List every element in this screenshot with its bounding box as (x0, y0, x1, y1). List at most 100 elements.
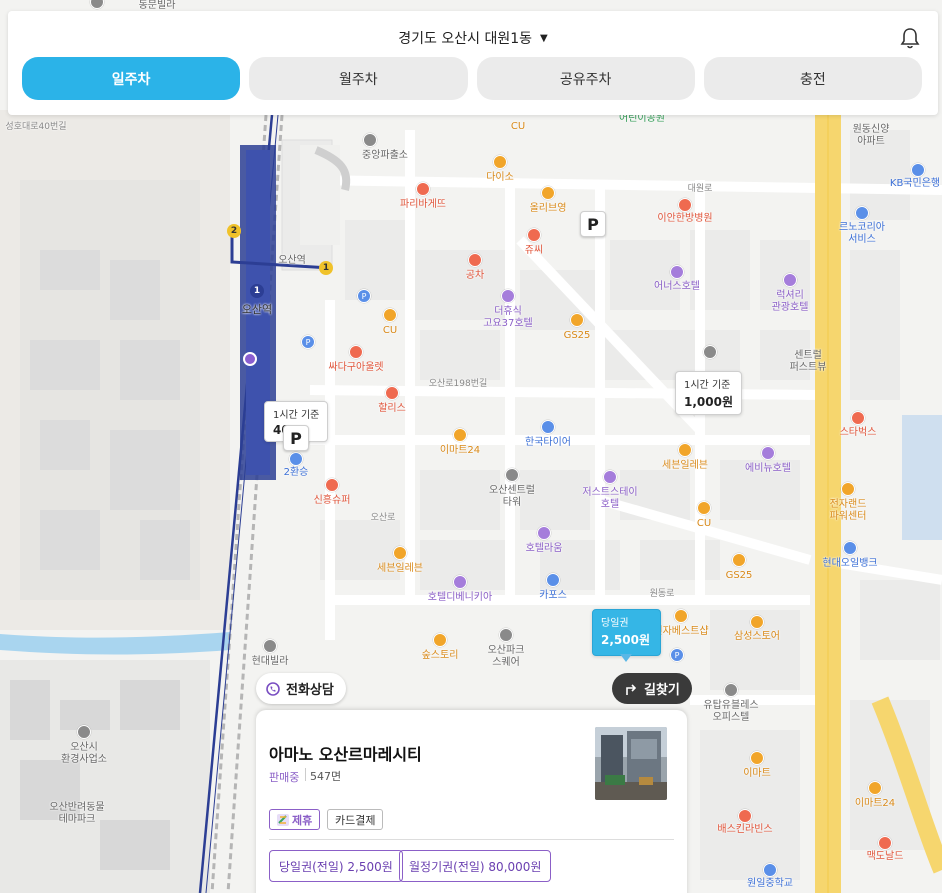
convenience-store-icon[interactable] (732, 553, 746, 567)
parking-info-card[interactable]: 아마노 오산르마레시티 판매중 547면 제휴 카드결제 당일권(전일) 2,5… (256, 710, 687, 893)
map-label: 배스킨라빈스 (717, 824, 773, 835)
map-label: 이마트24 (854, 798, 896, 809)
cafe-icon[interactable] (527, 228, 541, 242)
bubble-pointer-icon (620, 654, 632, 662)
building-icon[interactable] (263, 639, 277, 653)
bubble-price: 2,500원 (601, 633, 650, 647)
map-label: 원일중학교 (747, 878, 793, 889)
map-label: 삼성스토어 (734, 631, 780, 642)
map-label: 전자랜드 파워센터 (829, 499, 867, 522)
cafe-icon[interactable] (385, 386, 399, 400)
hotel-icon[interactable] (537, 526, 551, 540)
map-label: 오산파크 스퀘어 (487, 645, 525, 668)
shop-icon[interactable] (841, 482, 855, 496)
map-label: 2환승 (283, 467, 309, 478)
bakery-icon[interactable] (416, 182, 430, 196)
bank-icon[interactable] (911, 163, 925, 177)
convenience-store-icon[interactable] (678, 443, 692, 457)
map-label: CU (382, 325, 398, 336)
partner-tag-label: 제휴 (292, 813, 313, 827)
map-label: 세븐일레븐 (377, 563, 423, 574)
gas-station-icon[interactable] (843, 541, 857, 555)
hotel-icon[interactable] (761, 446, 775, 460)
shop-icon[interactable] (493, 155, 507, 169)
hotel-icon[interactable] (603, 470, 617, 484)
parking-icon[interactable]: P (580, 211, 606, 237)
map-label: 오산로198번길 (428, 379, 488, 389)
tire-icon[interactable] (541, 420, 555, 434)
school-icon[interactable] (763, 863, 777, 877)
divider (305, 768, 306, 781)
map-label: 유탑유블레스 오피스텔 (703, 700, 759, 723)
convenience-store-icon[interactable] (453, 428, 467, 442)
shop-icon[interactable] (349, 345, 363, 359)
icecream-icon[interactable] (738, 809, 752, 823)
tab-monthly-parking[interactable]: 월주차 (249, 57, 468, 100)
shop-icon[interactable] (750, 751, 764, 765)
parking-capacity: 547면 (310, 770, 342, 783)
hotel-icon[interactable] (453, 575, 467, 589)
map-label: 센트럴 퍼스트뷰 (789, 350, 827, 373)
building-icon[interactable] (77, 725, 91, 739)
map-label: 다이소 (486, 172, 514, 183)
partner-icon (277, 813, 289, 826)
map-label: 오산시 환경사업소 (61, 742, 107, 765)
hotel-icon[interactable] (670, 265, 684, 279)
phone-consult-button[interactable]: 전화상담 (256, 673, 346, 704)
tab-shared-parking[interactable]: 공유주차 (476, 57, 695, 100)
monthly-pass-chip[interactable]: 월정기권(전일) 80,000원 (399, 850, 552, 882)
map-label: 성호대로40번길 (5, 122, 67, 132)
caret-down-icon: ▼ (540, 32, 548, 44)
map-label: 원동로 (649, 589, 675, 599)
convenience-store-icon[interactable] (868, 781, 882, 795)
location-select[interactable]: 경기도 오산시 대원1동 ▼ (398, 28, 547, 48)
parking-icon[interactable]: P (283, 425, 309, 451)
map-label: 파리바게뜨 (400, 199, 446, 210)
car-repair-icon[interactable] (855, 206, 869, 220)
car-repair-icon[interactable] (546, 573, 560, 587)
map-label: 한국타이어 (525, 437, 571, 448)
shop-icon[interactable] (433, 633, 447, 647)
map-label: 호텔라움 (525, 543, 563, 554)
building-icon[interactable] (499, 628, 513, 642)
phone-consult-label: 전화상담 (286, 683, 334, 698)
building-icon[interactable] (724, 683, 738, 697)
parking-small-icon[interactable]: P (670, 648, 684, 662)
convenience-store-icon[interactable] (570, 313, 584, 327)
hotel-icon[interactable] (783, 273, 797, 287)
parking-small-icon[interactable]: P (301, 335, 315, 349)
partner-tag: 제휴 (269, 809, 321, 830)
selected-price-bubble[interactable]: 당일권 2,500원 (592, 609, 661, 656)
phone-icon (266, 681, 280, 696)
bus-transfer-icon[interactable] (289, 452, 303, 466)
daily-ticket-chip[interactable]: 당일권(전일) 2,500원 (269, 850, 403, 882)
map-label: 신흥슈퍼 (313, 495, 351, 506)
map-label: KB국민은행 (889, 178, 941, 189)
shop-icon[interactable] (750, 615, 764, 629)
map-label: 세븐일레븐 (662, 460, 708, 471)
tab-charging[interactable]: 충전 (703, 57, 922, 100)
parking-small-icon[interactable]: P (357, 289, 371, 303)
price-bubble[interactable]: 1시간 기준 1,000원 (675, 371, 742, 415)
building-icon[interactable] (703, 345, 717, 359)
hotel-icon[interactable] (501, 289, 515, 303)
directions-button[interactable]: 길찾기 (612, 673, 692, 704)
cafe-icon[interactable] (468, 253, 482, 267)
shop-icon[interactable] (325, 478, 339, 492)
convenience-store-icon[interactable] (393, 546, 407, 560)
shop-icon[interactable] (674, 609, 688, 623)
tab-daily-parking[interactable]: 일주차 (22, 57, 241, 100)
map-label: 더휴식 고요37호텔 (483, 306, 533, 329)
building-icon[interactable] (505, 468, 519, 482)
parking-lot-photo[interactable] (595, 727, 667, 800)
cafe-icon[interactable] (851, 411, 865, 425)
map-label: 카포스 (539, 590, 567, 601)
map-label: 오산센트럴 타워 (489, 485, 535, 508)
notification-button[interactable] (900, 27, 920, 49)
convenience-store-icon[interactable] (697, 501, 711, 515)
police-icon[interactable] (363, 133, 377, 147)
convenience-store-icon[interactable] (383, 308, 397, 322)
hospital-icon[interactable] (678, 198, 692, 212)
shop-icon[interactable] (541, 186, 555, 200)
restaurant-icon[interactable] (878, 836, 892, 850)
